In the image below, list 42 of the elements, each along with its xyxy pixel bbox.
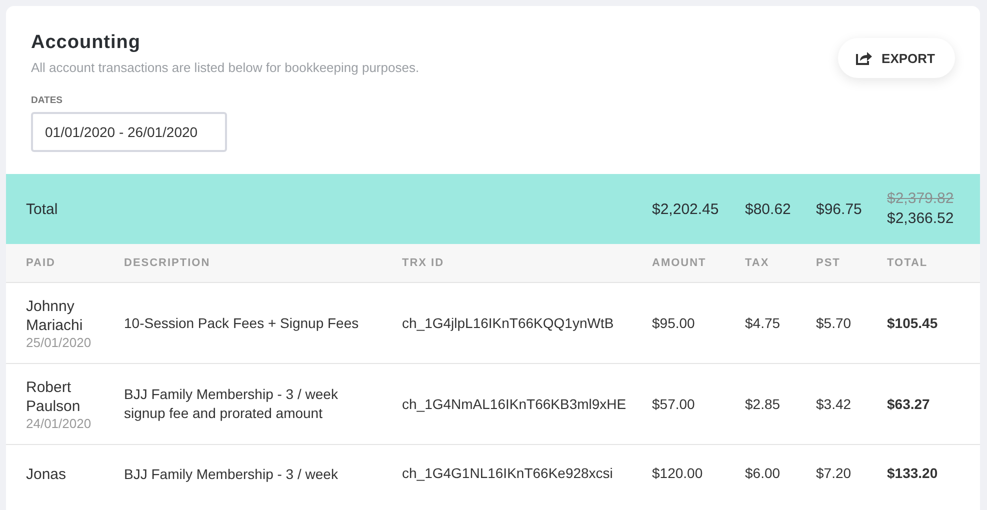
table-cell-text: $63.27 [887, 396, 931, 412]
table-cell-text: BJJ Family Membership - 3 / week signup fee and prorated amount [124, 385, 339, 423]
column-header: DESCRIPTION [124, 257, 212, 269]
date-range-field[interactable]: 01/01/2020 - 26/01/2020 [31, 112, 227, 152]
table-cell-text: $4.75 [745, 315, 782, 331]
column-header: TAX [745, 257, 770, 269]
column-header: TOTAL [887, 257, 929, 269]
table-cell-text: $57.00 [652, 396, 696, 412]
export-icon [856, 51, 872, 65]
table-cell-text: ch_1G4G1NL16IKnT66Ke928xcsi [402, 465, 614, 481]
column-header: PAID [25, 257, 56, 269]
table-cell-text: $7.20 [816, 465, 852, 481]
total-tax: $80.62 [745, 200, 792, 218]
grand-total: $2,366.52 [887, 209, 955, 229]
page-subtitle: All account transactions are listed below for bookkeeping purposes. [31, 60, 420, 75]
table-cell-text: $6.00 [745, 465, 782, 481]
total-amount: $2,202.45 [652, 200, 720, 218]
page-title: Accounting [31, 32, 142, 54]
payer-name: Robert Paulson [26, 378, 82, 416]
table-cell-text: $5.70 [816, 315, 852, 331]
payment-date: 25/01/2020 [26, 334, 92, 350]
table-cell-text: $105.45 [887, 315, 939, 331]
table-cell-text: 10-Session Pack Fees + Signup Fees [124, 314, 360, 332]
table-cell-text: ch_1G4jlpL16IKnT66KQQ1ynWtB [402, 315, 615, 331]
table-cell-text: ch_1G4NmAL16IKnT66KB3ml9xHE [402, 396, 628, 412]
table-cell-text: $133.20 [887, 465, 939, 481]
payer-name: Jonas [26, 465, 68, 484]
table-cell-text: $95.00 [652, 315, 696, 331]
export-button[interactable]: EXPORT [838, 38, 955, 78]
column-header: PST [816, 257, 842, 269]
table-cell-text: $3.42 [816, 396, 852, 412]
table-cell-text: $2.85 [745, 396, 782, 412]
table-cell-text: $120.00 [652, 465, 704, 481]
payment-date: 24/01/2020 [26, 416, 92, 430]
payer-name: Johnny Mariachi [26, 296, 84, 334]
total-pst: $96.75 [816, 200, 863, 218]
column-header: TRX ID [402, 257, 446, 269]
column-header: AMOUNT [652, 257, 708, 269]
table-cell-text: BJJ Family Membership - 3 / week [124, 465, 339, 484]
original-total: $2,379.82 [887, 189, 955, 209]
field-label: DATES [31, 95, 64, 106]
totals-label: Total [25, 200, 59, 218]
